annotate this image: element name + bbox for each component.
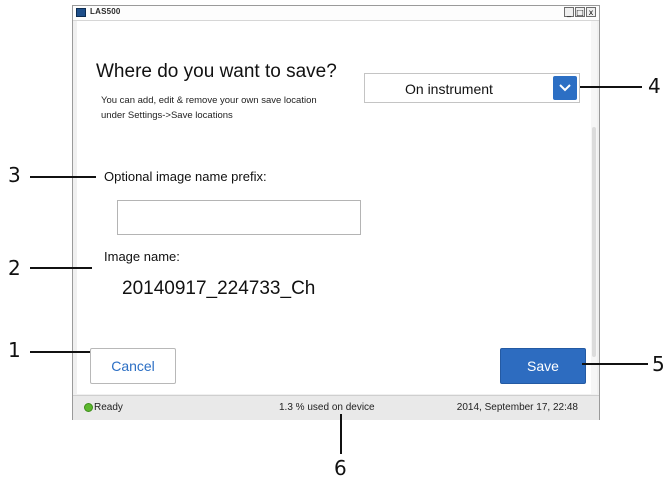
cancel-button[interactable]: Cancel bbox=[90, 348, 176, 384]
dropdown-toggle-button[interactable] bbox=[553, 76, 577, 100]
scrollbar[interactable] bbox=[591, 21, 597, 394]
chevron-down-icon bbox=[559, 84, 571, 92]
save-button[interactable]: Save bbox=[500, 348, 586, 384]
status-datetime: 2014, September 17, 22:48 bbox=[456, 402, 578, 413]
callout-2-line bbox=[30, 267, 92, 269]
dialog-heading: Where do you want to save? bbox=[96, 61, 337, 82]
save-dialog: Where do you want to save? You can add, … bbox=[77, 21, 597, 394]
window-title: LAS500 bbox=[90, 7, 121, 16]
status-text: Ready bbox=[94, 402, 123, 413]
callout-3-line bbox=[30, 176, 96, 178]
callout-5: 5 bbox=[652, 352, 665, 376]
callout-4: 4 bbox=[648, 74, 661, 98]
image-name-value: 20140917_224733_Ch bbox=[122, 278, 316, 299]
title-bar: LAS500 _ □ x bbox=[73, 6, 599, 21]
save-location-value: On instrument bbox=[405, 81, 493, 97]
maximize-button[interactable]: □ bbox=[575, 7, 585, 17]
scrollbar-thumb[interactable] bbox=[592, 127, 596, 357]
status-bar: Ready 1.3 % used on device 2014, Septemb… bbox=[73, 395, 599, 420]
prefix-input[interactable] bbox=[117, 200, 361, 235]
prefix-label: Optional image name prefix: bbox=[104, 169, 267, 184]
dialog-subtext: You can add, edit & remove your own save… bbox=[101, 95, 317, 121]
save-location-dropdown[interactable]: On instrument bbox=[364, 73, 580, 103]
callout-4-line bbox=[580, 86, 642, 88]
callout-1-line bbox=[30, 351, 90, 353]
callout-6-line bbox=[340, 414, 342, 454]
app-icon bbox=[76, 8, 86, 17]
callout-1: 1 bbox=[8, 338, 21, 362]
app-window: LAS500 _ □ x Where do you want to save? … bbox=[72, 5, 600, 420]
status-ok-icon bbox=[84, 403, 93, 412]
storage-usage: 1.3 % used on device bbox=[279, 402, 375, 413]
minimize-button[interactable]: _ bbox=[564, 7, 574, 17]
callout-6: 6 bbox=[334, 456, 347, 480]
window-controls: _ □ x bbox=[564, 7, 596, 17]
callout-5-line bbox=[582, 363, 648, 365]
callout-2: 2 bbox=[8, 256, 21, 280]
image-name-label: Image name: bbox=[104, 249, 180, 264]
callout-3: 3 bbox=[8, 163, 21, 187]
close-button[interactable]: x bbox=[586, 7, 596, 17]
